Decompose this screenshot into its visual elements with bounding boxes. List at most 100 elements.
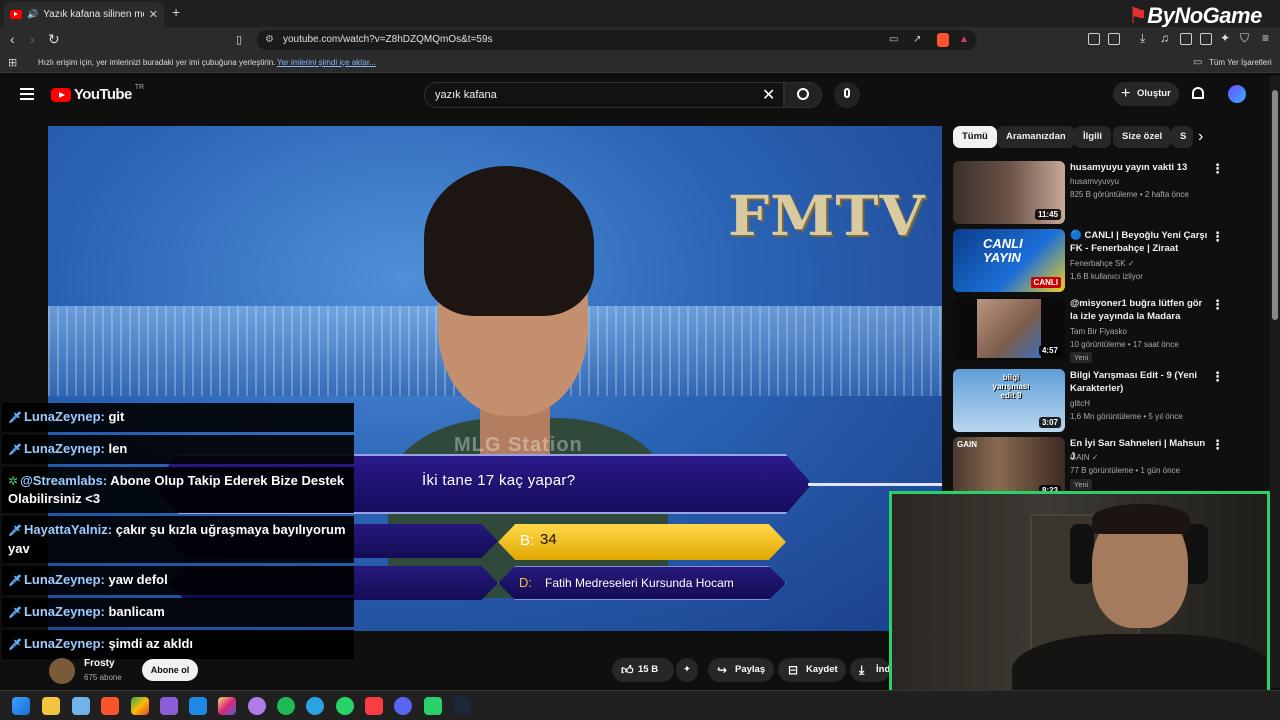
download-arrow-icon: ⤓ [859,663,865,677]
notifications-bell-icon[interactable] [1192,87,1204,99]
chip-related[interactable]: İlgili [1074,126,1111,148]
brave-browser-icon[interactable] [101,697,119,715]
dislike-button[interactable]: ✦ [676,658,698,682]
vpn-icon[interactable]: ⛉ [1240,31,1249,46]
address-bar[interactable]: ⚙ youtube.com/watch?v=Z8hDZQMQmOs&t=59s … [257,30,977,50]
bookmark-icon[interactable]: ▯ [236,33,242,46]
app-icon[interactable] [131,697,149,715]
visual-studio-icon[interactable] [160,697,178,715]
stream-chat-overlay: 🗡 LunaZeynep: git 🗡 LunaZeynep: len ✲ @Stre… [2,403,354,662]
video-title[interactable]: 🔵 CANLI | Beyoğlu Yeni Çarşı FK - Fenerb… [1070,229,1208,255]
video-thumbnail[interactable]: 11:45 [953,161,1065,224]
search-button[interactable] [784,82,822,108]
chip-for-you[interactable]: Size özel [1113,126,1172,148]
chip-all[interactable]: Tümü [953,126,997,148]
brave-shield-icon[interactable] [937,33,949,47]
share-button[interactable]: ↪ Paylaş [708,658,774,682]
video-title[interactable]: @misyoner1 buğra lütfen gör la izle yayı… [1070,297,1208,323]
file-explorer-icon[interactable] [42,697,60,715]
recommendation-item[interactable]: 11:45 husamyuyu yayın vakti 13 husamvyuv… [953,161,1253,225]
more-options-icon[interactable]: ⋮ [1211,161,1224,177]
pen-tool-icon[interactable] [248,697,266,715]
rewards-icon[interactable]: ▲ [959,30,969,50]
webcam-overlay [889,491,1270,712]
channel-name[interactable]: husamvyuvyu [1070,177,1119,186]
new-badge: Yeni [1070,352,1093,363]
vscode-icon[interactable] [189,697,207,715]
spotify-icon[interactable] [277,697,295,715]
recommendation-item[interactable]: bilgi yarışması edit 9 3:07 Bilgi Yarışm… [953,369,1253,433]
browser-tab[interactable]: 🔊 Yazık kafana silinen montaj - ✕ [4,2,164,27]
streaming-app-icon[interactable] [424,697,442,715]
music-icon[interactable]: ♫ [1160,31,1169,45]
plus-icon: + [1121,85,1131,102]
photos-icon[interactable] [72,697,90,715]
subscribe-button[interactable]: Abone ol [142,659,198,681]
youtube-logo[interactable]: YouTube TR [51,84,145,103]
channel-name[interactable]: Fenerbahçe SK ✓ [1070,259,1135,268]
import-bookmarks-link[interactable]: Yer imlerini şimdi içe aktar... [277,53,376,73]
mic-icon [844,88,850,98]
cast-icon[interactable]: ▭ [889,30,898,50]
back-icon[interactable]: ‹ [10,31,15,47]
chip-from-search[interactable]: Aramanızdan [997,126,1075,148]
hamburger-menu-icon[interactable] [20,88,34,100]
recommendation-item[interactable]: 4:57 @misyoner1 buğra lütfen gör la izle… [953,297,1253,363]
channel-name[interactable]: Tam Bir Fiyasko [1070,327,1127,336]
recommendation-item[interactable]: CANLI YAYIN CANLI 🔵 CANLI | Beyoğlu Yeni… [953,229,1253,293]
menu-icon[interactable]: ≡ [1262,31,1269,45]
video-thumbnail[interactable]: bilgi yarışması edit 9 3:07 [953,369,1065,432]
video-thumbnail[interactable]: CANLI YAYIN CANLI [953,229,1065,292]
windows-start-icon[interactable] [12,697,30,715]
like-button[interactable]: 👍︎ 15 B [612,658,674,682]
channel-name[interactable]: glitcH [1070,399,1090,408]
more-options-icon[interactable]: ⋮ [1211,437,1224,453]
apps-grid-icon[interactable]: ⊞ [8,53,17,73]
all-bookmarks[interactable]: Tüm Yer İşaretleri [1209,53,1272,73]
option-d-letter: D: [519,575,532,590]
sidebar-icon[interactable] [1180,33,1192,45]
reload-icon[interactable]: ↻ [48,31,60,48]
whatsapp-icon[interactable] [336,697,354,715]
youtube-wordmark: YouTube [74,86,132,103]
instagram-icon[interactable] [218,697,236,715]
discord-icon[interactable] [394,697,412,715]
chip-more[interactable]: S [1171,126,1193,148]
voice-search-button[interactable] [834,82,860,108]
share-page-icon[interactable]: ↗ [913,30,921,50]
wallet-icon[interactable] [1200,33,1212,45]
create-button[interactable]: + Oluştur [1113,82,1179,106]
channel-name[interactable]: Frosty [84,658,115,669]
steam-icon[interactable] [453,697,471,715]
video-meta: 77 B görüntüleme • 1 gün önce [1070,466,1180,475]
download-button[interactable]: ⤓ İnd [850,658,890,682]
forward-icon[interactable]: › [30,31,35,47]
chat-message: 🗡 LunaZeynep: şimdi az akldı [2,630,354,659]
chevron-right-icon[interactable]: › [1198,128,1203,146]
search-icon [797,88,809,100]
screenshot-icon[interactable] [1108,33,1120,45]
search-input[interactable]: yazık kafana [424,82,784,108]
video-thumbnail[interactable]: 4:57 [953,297,1065,360]
account-avatar[interactable] [1228,85,1246,103]
video-title[interactable]: husamyuyu yayın vakti 13 [1070,161,1208,174]
telegram-icon[interactable] [306,697,324,715]
music-app-icon[interactable] [365,697,383,715]
download-icon[interactable]: ⤓ [1140,31,1145,46]
clear-search-icon[interactable]: ✕ [762,85,775,105]
channel-name[interactable]: GAIN ✓ [1070,453,1098,462]
new-tab-icon[interactable]: + [172,4,180,20]
site-settings-icon[interactable]: ⚙ [265,30,274,50]
more-options-icon[interactable]: ⋮ [1211,229,1224,245]
leo-ai-icon[interactable]: ✦ [1220,31,1230,45]
scrollbar-thumb[interactable] [1272,90,1278,320]
channel-avatar[interactable] [49,658,75,684]
extensions-icon[interactable] [1088,33,1100,45]
page-scrollbar[interactable] [1270,76,1280,688]
more-options-icon[interactable]: ⋮ [1211,297,1224,313]
more-options-icon[interactable]: ⋮ [1211,369,1224,385]
tab-close-icon[interactable]: ✕ [149,8,158,21]
save-button[interactable]: ⊟ Kaydet [778,658,846,682]
video-title[interactable]: Bilgi Yarışması Edit - 9 (Yeni Karakterl… [1070,369,1208,395]
country-code: TR [134,84,145,91]
